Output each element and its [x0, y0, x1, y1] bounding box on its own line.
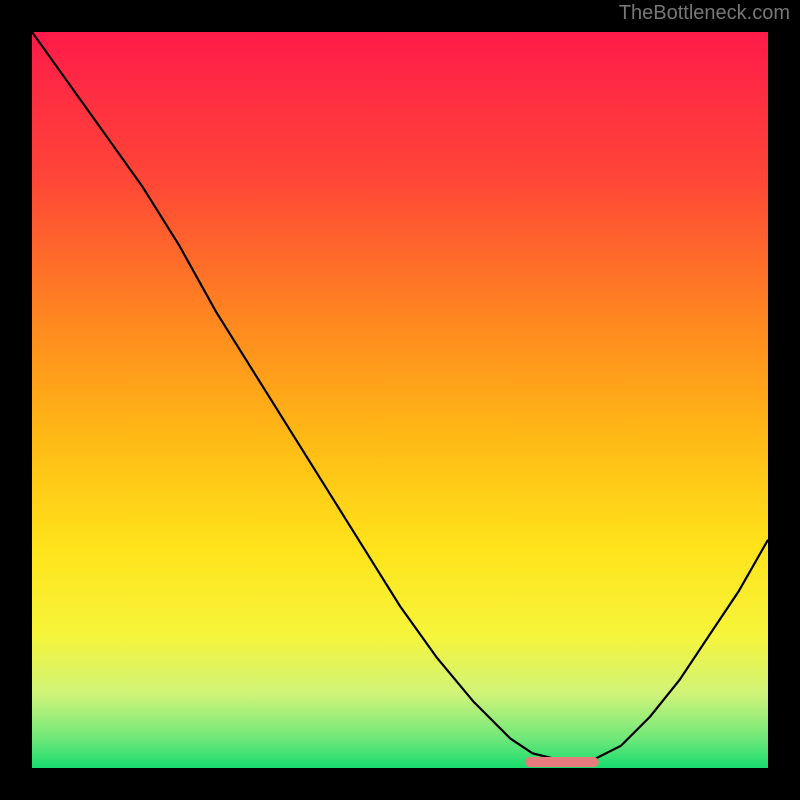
plot-area [32, 32, 768, 768]
optimal-marker [525, 757, 599, 767]
curve-layer [32, 32, 768, 768]
bottleneck-curve [32, 32, 768, 761]
chart-frame: TheBottleneck.com [0, 0, 800, 800]
watermark-text: TheBottleneck.com [619, 2, 790, 25]
